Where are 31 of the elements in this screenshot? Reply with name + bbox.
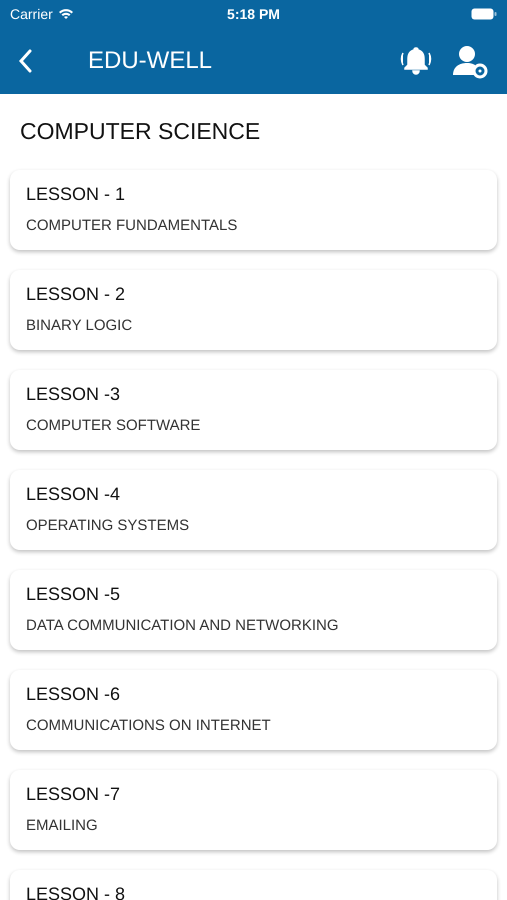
lesson-subtitle: BINARY LOGIC: [26, 316, 134, 334]
lesson-title: LESSON -4: [26, 482, 122, 504]
lesson-title: LESSON -3: [26, 382, 122, 404]
clock-time: 5:18 PM: [227, 4, 280, 24]
lesson-card[interactable]: LESSON - 1 COMPUTER FUNDAMENTALS: [10, 170, 497, 250]
lesson-subtitle: OPERATING SYSTEMS: [26, 516, 190, 534]
section-heading: COMPUTER SCIENCE: [19, 117, 262, 146]
user-settings-icon[interactable]: [451, 43, 489, 79]
lesson-subtitle: COMPUTER FUNDAMENTALS: [26, 216, 238, 234]
lesson-card[interactable]: LESSON -5 DATA COMMUNICATION AND NETWORKING: [10, 570, 497, 650]
lesson-title: LESSON -6: [26, 682, 122, 704]
lesson-title: LESSON -7: [26, 782, 122, 804]
carrier-label: Carrier: [10, 4, 53, 24]
lesson-subtitle: COMMUNICATIONS ON INTERNET: [26, 716, 272, 734]
screen-title: EDU-WELL: [88, 46, 212, 76]
lesson-card[interactable]: LESSON - 8: [10, 870, 497, 900]
lesson-card[interactable]: LESSON -7 EMAILING: [10, 770, 497, 850]
lesson-card[interactable]: LESSON -3 COMPUTER SOFTWARE: [10, 370, 497, 450]
lesson-title: LESSON - 2: [26, 282, 126, 304]
battery-icon: [471, 8, 497, 20]
lesson-title: LESSON - 8: [26, 882, 126, 900]
lesson-card[interactable]: LESSON -4 OPERATING SYSTEMS: [10, 470, 497, 550]
wifi-icon: [58, 8, 74, 20]
lesson-title: LESSON -5: [26, 582, 122, 604]
lesson-subtitle: DATA COMMUNICATION AND NETWORKING: [26, 616, 340, 634]
lesson-card[interactable]: LESSON -6 COMMUNICATIONS ON INTERNET: [10, 670, 497, 750]
lesson-title: LESSON - 1: [26, 182, 126, 204]
lesson-subtitle: EMAILING: [26, 816, 99, 834]
lesson-card[interactable]: LESSON - 2 BINARY LOGIC: [10, 270, 497, 350]
lesson-subtitle: COMPUTER SOFTWARE: [26, 416, 202, 434]
bell-icon[interactable]: [399, 45, 433, 77]
